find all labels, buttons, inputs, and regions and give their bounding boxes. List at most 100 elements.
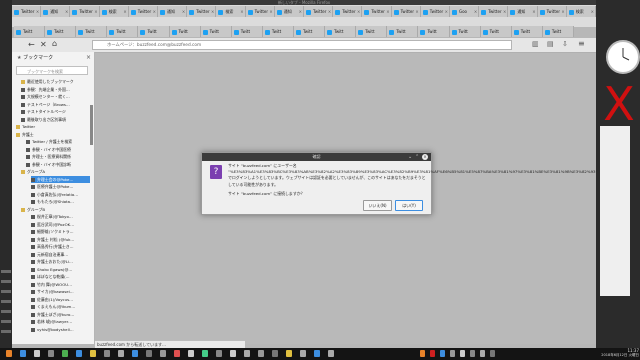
taskbar-app-icon[interactable] (34, 350, 40, 357)
taskbar-app-icon[interactable] (258, 350, 264, 357)
taskbar-app-icon[interactable] (230, 350, 236, 357)
tab-item[interactable]: 通知 × (41, 6, 71, 17)
taskbar-app-icon[interactable] (300, 350, 306, 357)
tab-item[interactable]: Twitt (169, 26, 201, 37)
tab-item[interactable]: Twitter × (362, 6, 392, 17)
tab-close-icon[interactable]: × (36, 6, 39, 17)
bookmark-item[interactable]: サイカ(@kawasei… (31, 288, 90, 295)
tab-close-icon[interactable]: × (357, 6, 360, 17)
taskbar-app-icon[interactable] (286, 350, 292, 357)
bookmark-item[interactable]: 元新宿自治連事… (31, 251, 90, 258)
close-icon[interactable]: ✕ (40, 40, 47, 49)
taskbar-app-icon[interactable] (202, 350, 208, 357)
bookmark-item[interactable]: テストページ（Brows… (21, 101, 90, 108)
tab-close-icon[interactable]: × (153, 6, 156, 17)
tab-item[interactable]: Twitt (356, 26, 388, 37)
tab-item[interactable]: 検索 × (216, 6, 246, 17)
tray-icon[interactable] (420, 350, 425, 357)
bookmark-item[interactable]: 弁護士ぼざ(@kuro… (31, 311, 90, 318)
taskbar-app-icon[interactable] (272, 350, 278, 357)
tab-close-icon[interactable]: × (299, 6, 302, 17)
tray-icon[interactable] (440, 350, 445, 357)
download-icon[interactable]: ⇩ (562, 40, 568, 48)
tab-close-icon[interactable]: × (123, 6, 126, 17)
bookmark-item[interactable]: 弁護士 村松 (@fuk… (31, 236, 90, 243)
taskbar-app-icon[interactable] (328, 350, 334, 357)
tab-item[interactable]: Goo × (450, 6, 480, 17)
bookmark-folder[interactable]: 最近使用したブックマーク (21, 78, 90, 85)
bookmark-item[interactable]: 弁護士おおた(@Li… (31, 258, 90, 265)
sidebar-scrollbar[interactable] (90, 105, 93, 145)
bookmark-item[interactable]: 佐藤由(1)/Voycus… (31, 296, 90, 303)
taskbar-app-icon[interactable] (216, 350, 222, 357)
tray-icon[interactable] (460, 350, 465, 357)
bookmark-folder[interactable]: Twitter (16, 123, 90, 130)
bookmark-item[interactable]: 参観・バイオ中国診断 (26, 161, 90, 168)
bookmark-item[interactable]: 弁理士会の@Poke… (31, 175, 90, 183)
tab-item[interactable]: Twitter × (245, 6, 275, 17)
bookmark-folder[interactable]: 弁護士 (16, 131, 90, 138)
taskbar-app-icon[interactable] (160, 350, 166, 357)
tab-item[interactable]: Twitt (325, 26, 357, 37)
tab-item[interactable]: Twitter × (479, 6, 509, 17)
bookmark-item[interactable]: 参観・バイオ中国医療 (26, 146, 90, 153)
tab-item[interactable]: 通知 × (158, 6, 188, 17)
tab-item[interactable]: Twitter × (391, 6, 421, 17)
bookmark-folder[interactable]: グループA (21, 168, 90, 175)
back-icon[interactable]: ← (28, 40, 35, 49)
library-icon[interactable]: ▥ (532, 40, 539, 48)
red-x-widget[interactable]: X (600, 81, 638, 127)
tab-item[interactable]: Twitter × (304, 6, 334, 17)
tab-item[interactable]: Twitt (107, 26, 139, 37)
home-icon[interactable]: ⌂ (52, 39, 57, 48)
bookmark-item[interactable]: 最後取り出さ区別事項 (21, 116, 90, 123)
tab-item[interactable]: Twitt (294, 26, 326, 37)
taskbar-app-icon[interactable] (6, 350, 12, 357)
sidebar-close-icon[interactable]: × (86, 54, 91, 61)
tab-item[interactable]: Twitt (262, 26, 294, 37)
tab-close-icon[interactable]: × (474, 6, 477, 17)
tab-item[interactable]: Twitt (449, 26, 481, 37)
tab-item[interactable]: Twitter × (420, 6, 450, 17)
bookmark-item[interactable]: 参観：先端企業・外国… (21, 86, 90, 93)
tab-item[interactable]: Twitt (542, 26, 574, 37)
bookmark-item[interactable]: 医療弁護士@Poke… (31, 183, 90, 190)
tab-item[interactable]: Twitt (480, 26, 512, 37)
bookmark-item[interactable]: 竹内 舞(@WOOU… (31, 281, 90, 288)
minimize-icon[interactable]: ⌄ (408, 153, 412, 161)
taskbar-app-icon[interactable] (104, 350, 110, 357)
tab-item[interactable]: Twitt (76, 26, 108, 37)
taskbar-app-icon[interactable] (62, 350, 68, 357)
tab-item[interactable]: Twitt (511, 26, 543, 37)
bookmark-item[interactable]: ももたろ(@Shiota… (31, 198, 90, 205)
tab-item[interactable]: 通知 × (274, 6, 304, 17)
tab-close-icon[interactable]: × (182, 6, 185, 17)
tab-close-icon[interactable]: × (94, 6, 97, 17)
url-bar[interactable]: ホームページ：buzzfeed.com@buzzfeed.com (92, 40, 512, 50)
bookmark-item[interactable]: くまえもん(@ikum… (31, 303, 90, 310)
taskbar-app-icon[interactable] (20, 350, 26, 357)
tab-item[interactable]: Twitter × (70, 6, 100, 17)
tray-icon[interactable] (480, 350, 485, 357)
bookmark-item[interactable]: テストタイトルページ (21, 108, 90, 115)
tab-item[interactable]: Twitt (200, 26, 232, 37)
tab-item[interactable]: Twitt (231, 26, 263, 37)
dialog-close-icon[interactable]: × (422, 154, 428, 160)
bookmark-item[interactable]: Twitter / 弁護士を検索 (26, 138, 90, 145)
bookmark-item[interactable]: 藍谷武司(@PozOK… (31, 221, 90, 228)
tab-item[interactable]: Twitter × (12, 6, 42, 17)
tab-item[interactable]: Twitter × (128, 6, 158, 17)
taskbar-app-icon[interactable] (132, 350, 138, 357)
taskbar-app-icon[interactable] (146, 350, 152, 357)
bookmark-item[interactable]: 大規模センター・就く… (21, 93, 90, 100)
tab-close-icon[interactable]: × (445, 6, 448, 17)
tray-icon[interactable] (430, 350, 435, 357)
bookmark-item[interactable]: 弁理士・医療資料関係 (26, 153, 90, 160)
tab-item[interactable]: Twitter × (333, 6, 363, 17)
no-button[interactable]: いいえ(N) (363, 200, 392, 211)
taskbar-clock[interactable]: 11:37 2018年6月12日 火曜日 (593, 348, 639, 360)
tab-close-icon[interactable]: × (65, 6, 68, 17)
bookmark-item[interactable]: 小倉真佐弘(@relatio… (31, 191, 90, 198)
tab-item[interactable]: Twitt (45, 26, 77, 37)
tab-item[interactable]: 通知 × (508, 6, 538, 17)
